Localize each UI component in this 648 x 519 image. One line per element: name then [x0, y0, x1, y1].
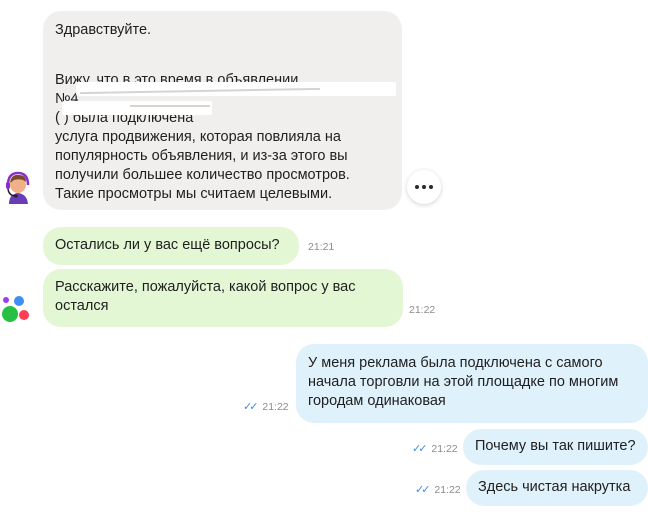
message-line: Такие просмотры мы считаем целевыми. — [55, 186, 333, 202]
message-text: Остались ли у вас ещё вопросы? — [55, 237, 280, 253]
headset-operator-icon — [6, 171, 30, 204]
message-line: начала торговли на этой площадке по мног… — [308, 374, 619, 390]
double-check-icon: ✓✓ — [412, 443, 428, 455]
redaction-scribble — [130, 105, 210, 107]
message-line: городам одинаковая — [308, 393, 446, 409]
message-time: 21:21 — [308, 241, 335, 253]
message-line: услуга продвижения, которая повлияла на — [55, 129, 341, 145]
brand-dots-icon — [2, 296, 29, 322]
message-line: остался — [55, 298, 109, 314]
message-text: Здесь чистая накрутка — [478, 479, 631, 495]
operator-avatar[interactable] — [0, 168, 36, 208]
message-line: популярность объявления, и из-за этого в… — [55, 148, 348, 164]
message-line: Здравствуйте. — [55, 22, 152, 38]
message-line: получили большее количество просмотров. — [55, 167, 350, 183]
message-more-button[interactable] — [407, 170, 441, 204]
message-time: 21:22 — [431, 443, 458, 455]
redaction-mark — [62, 101, 212, 115]
message-line: Расскажите, пожалуйста, какой вопрос у в… — [55, 279, 356, 295]
message-bubble-user-fake: Здесь чистая накрутка — [466, 470, 648, 506]
double-check-icon: ✓✓ — [415, 484, 431, 496]
more-horizontal-icon — [414, 185, 435, 189]
message-status: ✓✓ 21:22 — [243, 400, 289, 413]
message-line: У меня реклама была подключена с самого — [308, 355, 603, 371]
message-status: ✓✓ 21:22 — [415, 483, 461, 496]
double-check-icon: ✓✓ — [243, 401, 259, 413]
brand-avatar[interactable] — [0, 294, 34, 324]
message-status: ✓✓ 21:22 — [412, 442, 458, 455]
message-bubble-user-ads: У меня реклама была подключена с самого … — [296, 344, 648, 423]
message-time: 21:22 — [434, 484, 461, 496]
message-text: Почему вы так пишите? — [475, 438, 636, 454]
message-time: 21:22 — [262, 401, 289, 413]
message-time: 21:22 — [409, 304, 436, 316]
message-bubble-support-ask: Расскажите, пожалуйста, какой вопрос у в… — [43, 269, 403, 327]
message-line — [55, 40, 390, 59]
message-bubble-support-question: Остались ли у вас ещё вопросы? — [43, 227, 299, 265]
message-bubble-user-why: Почему вы так пишите? — [463, 429, 648, 465]
